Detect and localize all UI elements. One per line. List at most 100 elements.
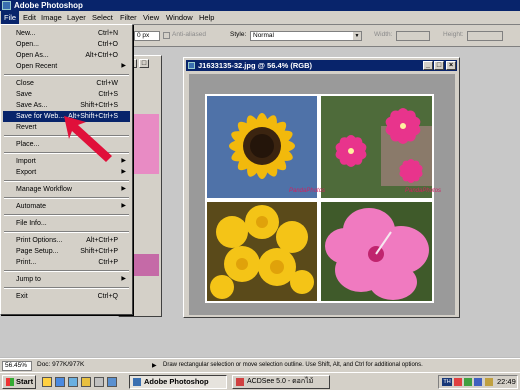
tray-icon[interactable] (464, 378, 472, 386)
menu-view[interactable]: View (140, 11, 162, 24)
close-icon[interactable]: × (446, 61, 456, 70)
menu-item-label: Close (16, 80, 34, 87)
file-menu-item-open-recent[interactable]: Open Recent ▶ (3, 61, 130, 72)
menu-item-label: Print... (16, 259, 37, 266)
minimize-icon[interactable]: _ (423, 61, 433, 70)
submenu-arrow-icon: ▶ (121, 203, 126, 209)
menu-item-label: Save (16, 91, 32, 98)
file-menu-item-print-options[interactable]: Print Options... Alt+Ctrl+P (3, 235, 130, 246)
speaker-icon[interactable] (485, 378, 493, 386)
menu-item-label: Open As... (16, 52, 49, 59)
antialiased-checkbox[interactable] (163, 32, 170, 39)
photo-sunflower (207, 96, 317, 198)
menu-layer[interactable]: Layer (64, 11, 89, 24)
app-shortcut-icon[interactable] (94, 377, 104, 387)
file-menu-item-save[interactable]: Save Ctrl+S (3, 89, 130, 100)
file-menu-item-close[interactable]: Close Ctrl+W (3, 78, 130, 89)
folder-icon[interactable] (81, 377, 91, 387)
submenu-arrow-icon: ▶ (121, 158, 126, 164)
internet-explorer-icon[interactable] (55, 377, 65, 387)
menu-item-shortcut: Ctrl+P (98, 259, 118, 266)
height-label: Height: (443, 31, 464, 38)
menu-edit[interactable]: Edit (20, 11, 39, 24)
app-title: Adobe Photoshop (14, 1, 83, 10)
menu-image[interactable]: Image (38, 11, 65, 24)
menu-item-label: Exit (16, 293, 28, 300)
style-label: Style: (230, 31, 247, 38)
status-bar: 56.45% Doc: 977K/977K ▶ Draw rectangular… (0, 358, 520, 372)
menu-file[interactable]: File (1, 11, 20, 24)
menu-item-shortcut: Ctrl+W (96, 80, 118, 87)
width-label: Width: (374, 31, 393, 38)
style-select[interactable]: Normal ▼ (250, 31, 362, 41)
file-menu-item-automate[interactable]: Automate ▶ (3, 201, 130, 212)
file-menu-item-print[interactable]: Print... Ctrl+P (3, 257, 130, 268)
task-label: Adobe Photoshop (144, 377, 209, 386)
menu-item-shortcut: Ctrl+S (98, 91, 118, 98)
yellow-flowers-image (207, 202, 317, 301)
desktop-icon[interactable] (42, 377, 52, 387)
menu-item-label: Print Options... (16, 237, 63, 244)
photoshop-app-icon (2, 1, 11, 10)
width-field[interactable] (396, 31, 430, 41)
maximize-icon[interactable]: □ (434, 61, 444, 70)
menu-separator (4, 287, 129, 289)
menu-item-label: Save As... (16, 102, 48, 109)
feather-field[interactable]: 0 px (134, 31, 160, 41)
maximize-icon[interactable]: □ (139, 59, 149, 68)
file-menu-item-open-as[interactable]: Open As... Alt+Ctrl+O (3, 50, 130, 61)
menu-select[interactable]: Select (89, 11, 116, 24)
system-tray: TH 22:49 (438, 375, 518, 389)
task-photoshop[interactable]: Adobe Photoshop (129, 375, 227, 389)
submenu-arrow-icon: ▶ (121, 276, 126, 282)
file-menu-item-file-info[interactable]: File Info... (3, 218, 130, 229)
submenu-arrow-icon: ▶ (121, 169, 126, 175)
photo-collage: PandaPhotos PandaPhotos (205, 94, 441, 303)
menu-item-label: Place... (16, 141, 40, 148)
menu-help[interactable]: Help (196, 11, 217, 24)
tray-icon[interactable] (474, 378, 482, 386)
file-menu-item-manage-workflow[interactable]: Manage Workflow ▶ (3, 184, 130, 195)
menu-item-label: Automate (16, 203, 46, 210)
tray-icon[interactable] (454, 378, 462, 386)
submenu-arrow-icon: ▶ (121, 186, 126, 192)
menu-separator (4, 180, 129, 182)
start-label: Start (16, 377, 34, 386)
menu-item-shortcut: Ctrl+N (97, 30, 118, 37)
menu-item-label: Open Recent (16, 63, 58, 70)
task-label: ACDSee 5.0 - ดอกไม้ (247, 378, 314, 385)
menu-item-label: Import (16, 158, 36, 165)
pink-flowers-image (321, 96, 432, 198)
menu-item-shortcut: Ctrl+Q (97, 293, 118, 300)
menu-item-label: File Info... (16, 220, 47, 227)
zoom-field[interactable]: 56.45% (2, 361, 32, 371)
play-icon[interactable]: ▶ (152, 362, 157, 369)
file-menu-item-jump-to[interactable]: Jump to ▶ (3, 274, 130, 285)
language-indicator[interactable]: TH (442, 378, 452, 386)
menu-item-label: Manage Workflow (16, 186, 72, 193)
menu-separator (4, 197, 129, 199)
menu-item-label: Open... (16, 41, 39, 48)
menu-window[interactable]: Window (163, 11, 196, 24)
sunflower-image (207, 96, 317, 198)
menu-filter[interactable]: Filter (117, 11, 140, 24)
file-menu-item-open[interactable]: Open... Ctrl+O (3, 39, 130, 50)
file-menu-item-save-as[interactable]: Save As... Shift+Ctrl+S (3, 100, 130, 111)
file-menu-item-new[interactable]: New... Ctrl+N (3, 28, 130, 39)
menu-item-shortcut: Alt+Ctrl+P (86, 237, 118, 244)
file-menu-item-page-setup[interactable]: Page Setup... Shift+Ctrl+P (3, 246, 130, 257)
menu-item-shortcut: Shift+Ctrl+S (80, 102, 118, 109)
app-shortcut-icon[interactable] (107, 377, 117, 387)
menu-item-label: Page Setup... (16, 248, 59, 255)
height-field[interactable] (467, 31, 503, 41)
start-button[interactable]: Start (2, 375, 36, 389)
menu-item-label: Jump to (16, 276, 41, 283)
menu-item-shortcut: Ctrl+O (97, 41, 118, 48)
outlook-icon[interactable] (68, 377, 78, 387)
task-acdsee[interactable]: ACDSee 5.0 - ดอกไม้ (232, 375, 330, 389)
document-canvas[interactable]: PandaPhotos PandaPhotos (189, 74, 455, 315)
menu-item-label: Export (16, 169, 37, 176)
antialiased-label: Anti-aliased (172, 31, 206, 38)
watermark-text: PandaPhotos (289, 188, 326, 194)
file-menu-item-exit[interactable]: Exit Ctrl+Q (3, 291, 130, 302)
